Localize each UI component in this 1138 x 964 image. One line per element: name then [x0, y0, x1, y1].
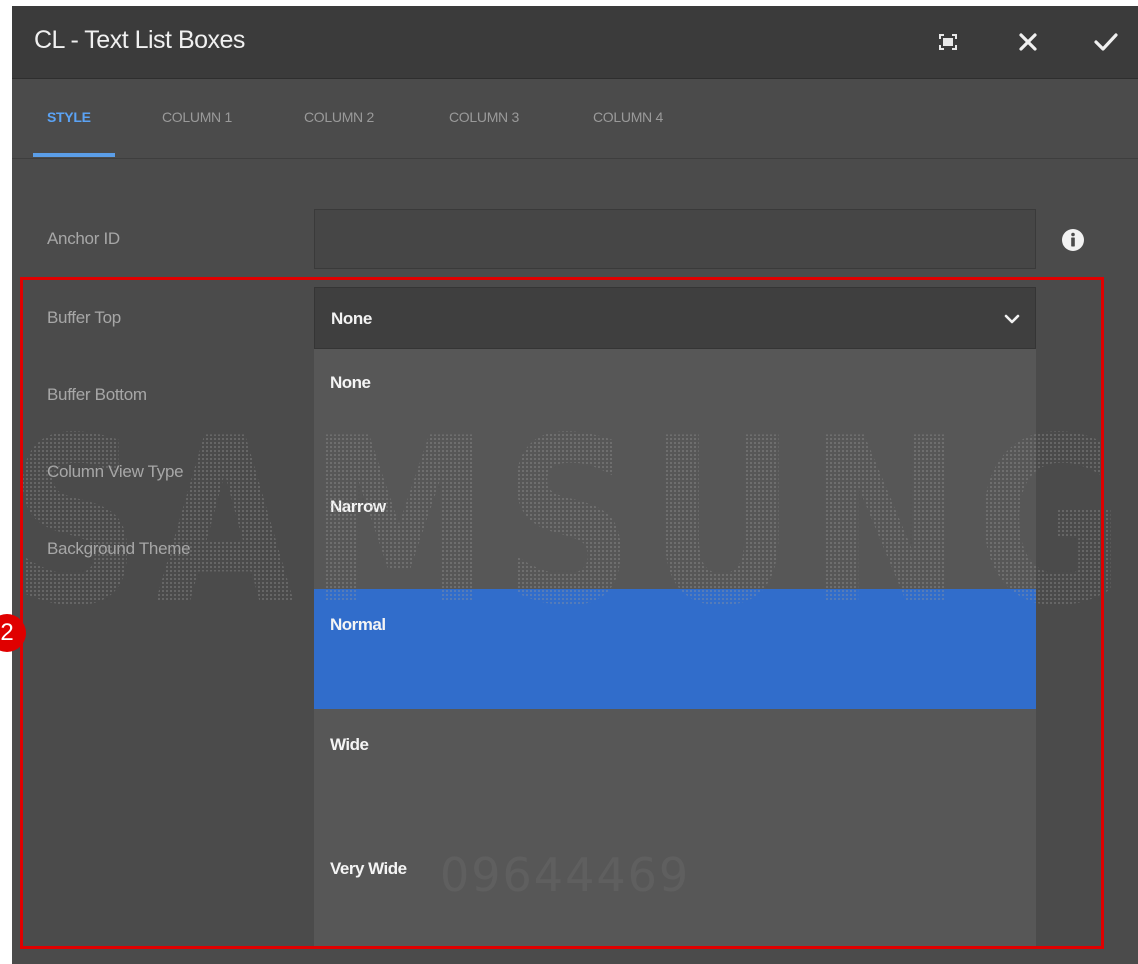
background-theme-label: Background Theme [47, 539, 191, 558]
anchor-id-label: Anchor ID [47, 229, 120, 248]
option-narrow[interactable]: Narrow [314, 469, 1036, 589]
buffer-top-select[interactable]: None [314, 287, 1036, 349]
option-normal[interactable]: Normal [314, 589, 1036, 709]
tab-style[interactable]: STYLE [47, 109, 91, 125]
tab-column-4[interactable]: COLUMN 4 [593, 109, 663, 125]
option-label: None [330, 373, 371, 392]
info-icon[interactable] [1061, 228, 1085, 252]
tab-column-3[interactable]: COLUMN 3 [449, 109, 519, 125]
dialog-window: CL - Text List Boxes STYLE COLUMN 1 COLU… [12, 6, 1138, 964]
close-button[interactable] [1008, 24, 1048, 60]
fullscreen-icon [939, 34, 957, 50]
close-icon [1019, 33, 1037, 51]
option-none[interactable]: None [314, 349, 1036, 469]
column-view-type-label: Column View Type [47, 462, 184, 481]
tab-column-2[interactable]: COLUMN 2 [304, 109, 374, 125]
buffer-top-dropdown-list: None Narrow Normal Wide Very Wide [314, 349, 1036, 949]
fullscreen-button[interactable] [928, 24, 968, 60]
dialog-titlebar: CL - Text List Boxes [12, 6, 1138, 79]
option-very-wide[interactable]: Very Wide [314, 829, 1036, 949]
confirm-button[interactable] [1086, 24, 1126, 60]
chevron-down-icon [1004, 314, 1020, 324]
check-icon [1094, 33, 1118, 51]
option-label: Very Wide [330, 859, 407, 878]
anchor-id-input[interactable] [314, 209, 1036, 269]
tab-column-1[interactable]: COLUMN 1 [162, 109, 232, 125]
buffer-bottom-label: Buffer Bottom [47, 385, 147, 404]
option-wide[interactable]: Wide [314, 709, 1036, 829]
option-label: Wide [330, 735, 369, 754]
dialog-title: CL - Text List Boxes [34, 26, 245, 54]
active-tab-indicator [33, 153, 115, 157]
buffer-top-label: Buffer Top [47, 308, 121, 327]
option-label: Normal [330, 615, 386, 634]
buffer-top-selected-value: None [331, 309, 372, 328]
option-label: Narrow [330, 497, 386, 516]
tab-bar: STYLE COLUMN 1 COLUMN 2 COLUMN 3 COLUMN … [12, 79, 1138, 159]
